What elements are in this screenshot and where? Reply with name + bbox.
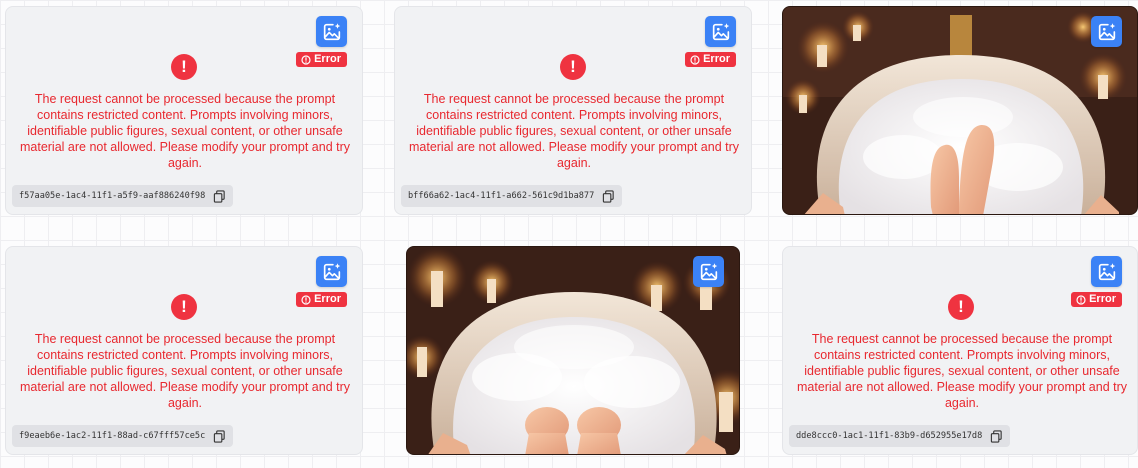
- error-badge: Error: [1071, 292, 1122, 307]
- error-badge-label: Error: [1089, 293, 1116, 305]
- request-id: bff66a62-1ac4-11f1-a662-561c9d1ba877: [408, 191, 595, 201]
- error-badge-label: Error: [703, 53, 730, 65]
- copy-icon[interactable]: [213, 430, 226, 443]
- error-message: The request cannot be processed because …: [19, 332, 351, 410]
- error-badge: Error: [296, 52, 347, 67]
- request-id-chip: bff66a62-1ac4-11f1-a662-561c9d1ba877: [401, 185, 623, 207]
- result-card: Error ! The request cannot be processed …: [782, 246, 1138, 455]
- request-id-chip: f57aa05e-1ac4-11f1-a5f9-aaf886240f98: [12, 185, 234, 207]
- request-id: f57aa05e-1ac4-11f1-a5f9-aaf886240f98: [19, 191, 206, 201]
- alert-icon: [1076, 295, 1086, 305]
- image-sparkle-icon[interactable]: [705, 16, 736, 47]
- image-sparkle-icon[interactable]: [1091, 256, 1122, 287]
- request-id-chip: dde8ccc0-1ac1-11f1-83b9-d652955e17d8: [789, 425, 1011, 447]
- error-badge-label: Error: [314, 53, 341, 65]
- request-id-chip: f9eaeb6e-1ac2-11f1-88ad-c67fff57ce5c: [12, 425, 234, 447]
- error-badge-label: Error: [314, 293, 341, 305]
- result-card: Error ! The request cannot be processed …: [5, 6, 363, 215]
- generated-image[interactable]: [783, 7, 1138, 215]
- image-sparkle-icon[interactable]: [316, 256, 347, 287]
- error-message: The request cannot be processed because …: [19, 92, 351, 170]
- generated-image[interactable]: [407, 247, 740, 455]
- result-card: [406, 246, 740, 455]
- alert-icon: [301, 295, 311, 305]
- error-badge: Error: [296, 292, 347, 307]
- result-card: Error ! The request cannot be processed …: [5, 246, 363, 455]
- copy-icon[interactable]: [602, 190, 615, 203]
- error-badge: Error: [685, 52, 736, 67]
- image-sparkle-icon[interactable]: [316, 16, 347, 47]
- image-sparkle-icon[interactable]: [1091, 16, 1122, 47]
- result-card: [782, 6, 1138, 215]
- request-id: f9eaeb6e-1ac2-11f1-88ad-c67fff57ce5c: [19, 431, 206, 441]
- error-message: The request cannot be processed because …: [408, 92, 740, 170]
- exclamation-circle-icon: !: [560, 54, 586, 80]
- exclamation-circle-icon: !: [948, 294, 974, 320]
- alert-icon: [690, 55, 700, 65]
- result-card: Error ! The request cannot be processed …: [394, 6, 752, 215]
- request-id: dde8ccc0-1ac1-11f1-83b9-d652955e17d8: [796, 431, 983, 441]
- copy-icon[interactable]: [213, 190, 226, 203]
- exclamation-circle-icon: !: [171, 54, 197, 80]
- copy-icon[interactable]: [990, 430, 1003, 443]
- exclamation-circle-icon: !: [171, 294, 197, 320]
- error-message: The request cannot be processed because …: [796, 332, 1128, 410]
- image-sparkle-icon[interactable]: [693, 256, 724, 287]
- alert-icon: [301, 55, 311, 65]
